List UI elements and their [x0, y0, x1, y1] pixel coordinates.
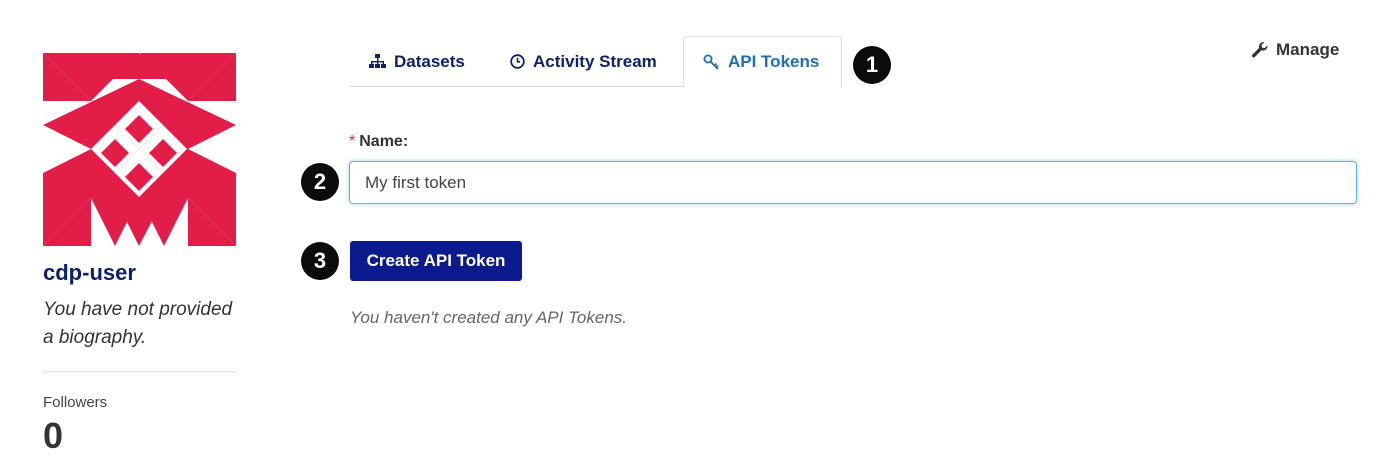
name-field-label: * Name:: [349, 133, 408, 151]
step-badge-2: 2: [301, 163, 339, 201]
tab-api-tokens-label: API Tokens: [728, 52, 820, 71]
sidebar-divider: [43, 371, 236, 372]
step-badge-1: 1: [853, 46, 891, 84]
tab-api-tokens[interactable]: API Tokens: [683, 36, 842, 88]
tab-activity-stream[interactable]: Activity Stream: [510, 36, 657, 87]
token-name-input[interactable]: [349, 161, 1357, 204]
followers-label: Followers: [43, 394, 108, 411]
profile-username[interactable]: cdp-user: [43, 260, 136, 286]
sitemap-icon: [369, 54, 386, 68]
profile-tabs: Datasets Activity Stream API Tokens: [349, 36, 842, 88]
wrench-icon: [1251, 42, 1268, 58]
tab-datasets-label: Datasets: [394, 51, 465, 71]
tab-datasets[interactable]: Datasets: [369, 36, 465, 87]
key-icon: [703, 54, 719, 70]
name-label-text: Name:: [359, 133, 409, 150]
profile-bio: You have not provided a biography.: [43, 299, 233, 348]
clock-icon: [510, 54, 525, 69]
empty-tokens-message: You haven't created any API Tokens.: [350, 308, 628, 327]
manage-button[interactable]: Manage: [1251, 40, 1339, 60]
manage-label: Manage: [1276, 40, 1340, 59]
avatar: [43, 53, 236, 246]
followers-count: 0: [43, 415, 64, 456]
create-api-token-button[interactable]: Create API Token: [350, 241, 522, 281]
identicon-image: [43, 53, 236, 246]
step-badge-3: 3: [301, 242, 339, 280]
required-marker: *: [349, 133, 356, 150]
tab-activity-stream-label: Activity Stream: [533, 51, 657, 71]
